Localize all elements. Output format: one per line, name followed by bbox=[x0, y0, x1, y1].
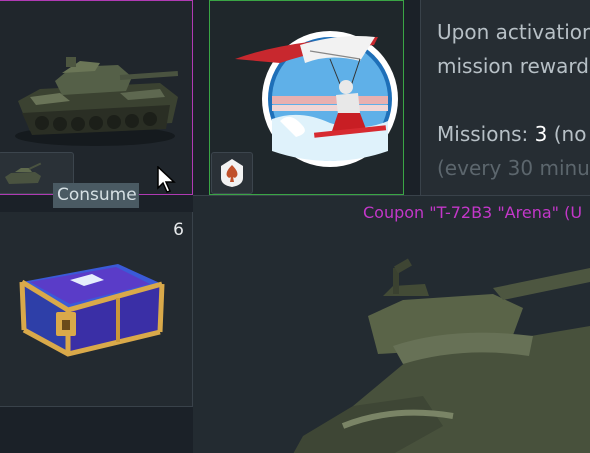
spade-icon bbox=[221, 159, 243, 187]
consume-tooltip[interactable]: Consume bbox=[53, 183, 139, 208]
treasure-chest-icon bbox=[19, 264, 165, 357]
tank-preview-image bbox=[293, 258, 590, 453]
description-line-4: (every 30 minu bbox=[437, 156, 590, 180]
missions-line: Missions: 3 (no bbox=[437, 122, 586, 146]
tank-icon bbox=[5, 162, 42, 184]
missions-value: 3 bbox=[534, 122, 548, 146]
decal-type-badge bbox=[211, 152, 253, 194]
missions-label: Missions: bbox=[437, 122, 535, 146]
empty-slot bbox=[0, 408, 193, 453]
decal-coupon-cell[interactable] bbox=[209, 0, 404, 195]
description-line-2: mission reward bbox=[437, 54, 589, 78]
description-line-1: Upon activation bbox=[437, 20, 590, 44]
missions-suffix: (no bbox=[547, 122, 587, 146]
item-preview-panel: Coupon "T-72B3 "Arena" (U bbox=[193, 195, 590, 453]
tank-icon bbox=[15, 57, 179, 146]
cursor-icon bbox=[157, 166, 176, 193]
kite-surfer-icon bbox=[235, 31, 398, 167]
item-description-panel: Upon activation mission reward Missions:… bbox=[420, 0, 590, 195]
chest-item-cell[interactable]: 6 bbox=[0, 212, 193, 407]
